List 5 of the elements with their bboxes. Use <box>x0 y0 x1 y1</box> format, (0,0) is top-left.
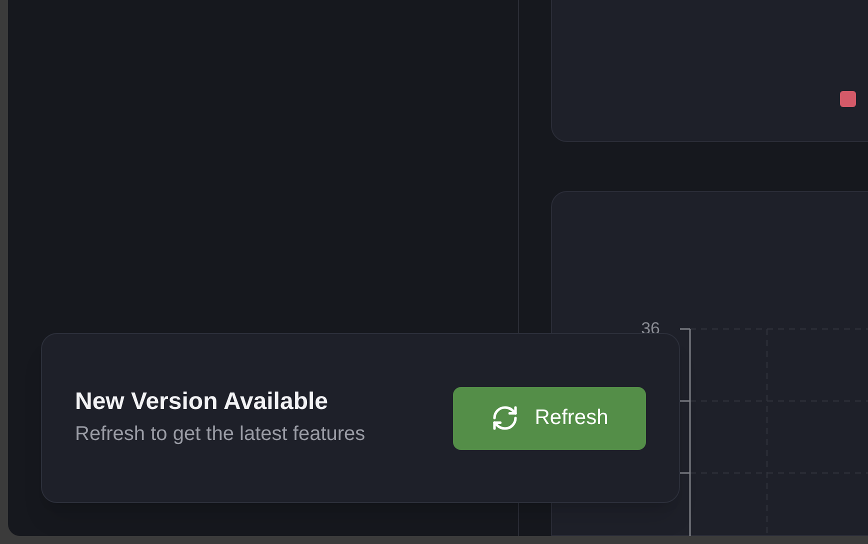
refresh-icon <box>490 404 519 432</box>
refresh-button[interactable]: Refresh <box>453 386 646 450</box>
legend-marker-icon <box>840 91 856 107</box>
toast-message: Refresh to get the latest features <box>75 422 366 447</box>
toast-title: New Version Available <box>75 387 329 417</box>
